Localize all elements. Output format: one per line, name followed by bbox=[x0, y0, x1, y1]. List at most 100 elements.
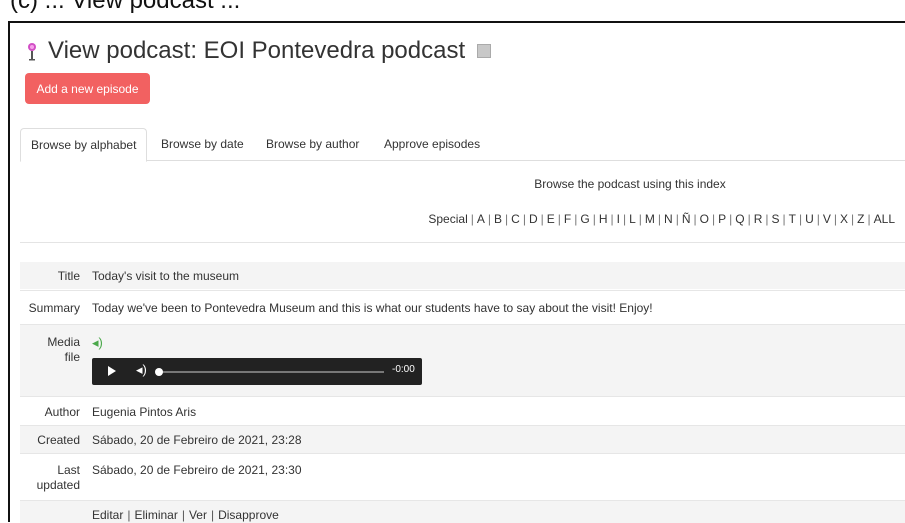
separator: | bbox=[181, 508, 185, 522]
summary-label: Summary bbox=[28, 301, 80, 315]
alphabet-letter-e[interactable]: E bbox=[547, 212, 555, 226]
volume-icon[interactable]: ◂) bbox=[136, 362, 147, 378]
alphabet-letter-r[interactable]: R bbox=[754, 212, 763, 226]
cropped-caption: (c) ... View podcast ... bbox=[0, 0, 905, 22]
alphabet-letter-o[interactable]: O bbox=[700, 212, 709, 226]
alphabet-separator: | bbox=[747, 212, 751, 226]
divider bbox=[20, 242, 905, 243]
page-title-text: View podcast: EOI Pontevedra podcast bbox=[48, 37, 466, 64]
alphabet-separator: | bbox=[592, 212, 596, 226]
progress-track[interactable] bbox=[158, 371, 384, 373]
alphabet-letter-g[interactable]: G bbox=[580, 212, 589, 226]
alphabet-separator: | bbox=[729, 212, 733, 226]
updated-label-line1: Last bbox=[57, 463, 80, 477]
updated-row: Last updated Sábado, 20 de Febreiro de 2… bbox=[20, 453, 905, 500]
browse-tabs: Browse by alphabet Browse by date Browse… bbox=[20, 128, 905, 162]
alphabet-letter-p[interactable]: P bbox=[718, 212, 726, 226]
alphabet-letter-u[interactable]: U bbox=[805, 212, 814, 226]
alphabet-letter-b[interactable]: B bbox=[494, 212, 502, 226]
updated-label-line2: updated bbox=[36, 478, 80, 492]
delete-link[interactable]: Eliminar bbox=[134, 508, 177, 522]
tab-approve-episodes[interactable]: Approve episodes bbox=[374, 128, 490, 160]
alphabet-separator: | bbox=[675, 212, 679, 226]
alphabet-separator: | bbox=[693, 212, 697, 226]
title-value: Today's visit to the museum bbox=[92, 269, 240, 283]
alphabet-index: Special | A | B | C | D | E | F | G | H | I | L | M | N | Ñ | O | P | Q |… bbox=[428, 212, 895, 226]
alphabet-separator: | bbox=[638, 212, 642, 226]
alphabet-separator: | bbox=[522, 212, 526, 226]
play-icon[interactable] bbox=[108, 366, 116, 376]
alphabet-letter-l[interactable]: L bbox=[629, 212, 636, 226]
alphabet-letter-a[interactable]: A bbox=[477, 212, 485, 226]
audio-player: ◂) -0:00 bbox=[92, 358, 422, 385]
actions-links: Editar | Eliminar | Ver | Disapprove bbox=[92, 508, 279, 522]
page-title: View podcast: EOI Pontevedra podcast bbox=[24, 35, 492, 67]
podcast-microphone-icon bbox=[28, 43, 36, 61]
alphabet-letter-special[interactable]: Special bbox=[428, 212, 467, 226]
help-icon[interactable] bbox=[477, 44, 492, 58]
separator: | bbox=[210, 508, 215, 522]
alphabet-letter-z[interactable]: Z bbox=[857, 212, 864, 226]
summary-value: Today we've been to Pontevedra Museum an… bbox=[92, 301, 653, 315]
alphabet-separator: | bbox=[798, 212, 803, 226]
player-time: -0:00 bbox=[392, 364, 415, 375]
add-episode-button[interactable]: Add a new episode bbox=[25, 73, 150, 104]
tab-browse-by-date[interactable]: Browse by date bbox=[151, 128, 254, 160]
alphabet-letter-m[interactable]: M bbox=[645, 212, 655, 226]
media-label: Media file bbox=[20, 335, 80, 365]
alphabet-letter-n[interactable]: N bbox=[664, 212, 673, 226]
alphabet-separator: | bbox=[505, 212, 509, 226]
frame-border-top bbox=[8, 21, 905, 23]
updated-label: Last updated bbox=[20, 463, 80, 493]
alphabet-letter-t[interactable]: T bbox=[789, 212, 796, 226]
alphabet-letter-d[interactable]: D bbox=[529, 212, 538, 226]
created-label: Created bbox=[37, 433, 80, 447]
alphabet-separator: | bbox=[867, 212, 871, 226]
alphabet-separator: | bbox=[851, 212, 855, 226]
alphabet-separator: | bbox=[487, 212, 491, 226]
speaker-icon[interactable]: ◂) bbox=[92, 335, 103, 351]
media-label-line1: Media bbox=[47, 335, 80, 349]
alphabet-separator: | bbox=[622, 212, 627, 226]
alphabet-letter-h[interactable]: H bbox=[599, 212, 608, 226]
tab-browse-by-alphabet[interactable]: Browse by alphabet bbox=[20, 128, 148, 162]
edit-link[interactable]: Editar bbox=[92, 508, 123, 522]
separator: | bbox=[127, 508, 131, 522]
alphabet-separator: | bbox=[833, 212, 838, 226]
alphabet-letter-v[interactable]: V bbox=[823, 212, 831, 226]
browse-hint: Browse the podcast using this index bbox=[534, 177, 726, 191]
actions-row: Editar | Eliminar | Ver | Disapprove bbox=[20, 500, 905, 523]
media-label-line2: file bbox=[64, 350, 80, 364]
alphabet-letter-f[interactable]: F bbox=[564, 212, 571, 226]
alphabet-letter-c[interactable]: C bbox=[511, 212, 520, 226]
alphabet-letter-i[interactable]: I bbox=[617, 212, 620, 226]
disapprove-link[interactable]: Disapprove bbox=[218, 508, 279, 522]
author-label: Author bbox=[44, 405, 80, 419]
alphabet-letter-all[interactable]: ALL bbox=[874, 212, 895, 226]
alphabet-separator: | bbox=[610, 212, 614, 226]
alphabet-separator: | bbox=[816, 212, 820, 226]
title-label: Title bbox=[57, 269, 80, 283]
alphabet-separator: | bbox=[540, 212, 544, 226]
frame-border-left bbox=[8, 21, 10, 522]
title-row: Title Today's visit to the museum bbox=[20, 262, 905, 289]
alphabet-separator: | bbox=[657, 212, 662, 226]
author-value: Eugenia Pintos Aris bbox=[92, 405, 197, 419]
alphabet-separator: | bbox=[470, 212, 474, 226]
alphabet-letter-x[interactable]: X bbox=[840, 212, 848, 226]
cropped-caption-text: (c) ... View podcast ... bbox=[10, 0, 241, 14]
alphabet-letter-q[interactable]: Q bbox=[735, 212, 744, 226]
summary-row: Summary Today we've been to Pontevedra M… bbox=[20, 290, 905, 324]
alphabet-separator: | bbox=[557, 212, 561, 226]
alphabet-separator: | bbox=[782, 212, 786, 226]
view-link[interactable]: Ver bbox=[189, 508, 207, 522]
progress-handle[interactable] bbox=[155, 368, 163, 376]
alphabet-separator: | bbox=[574, 212, 578, 226]
alphabet-letter-ñ[interactable]: Ñ bbox=[682, 212, 691, 226]
tab-browse-by-author[interactable]: Browse by author bbox=[256, 128, 369, 160]
created-row: Created Sábado, 20 de Febreiro de 2021, … bbox=[20, 425, 905, 453]
author-row: Author Eugenia Pintos Aris bbox=[20, 396, 905, 425]
alphabet-separator: | bbox=[711, 212, 716, 226]
alphabet-separator: | bbox=[765, 212, 769, 226]
alphabet-letter-s[interactable]: S bbox=[771, 212, 779, 226]
